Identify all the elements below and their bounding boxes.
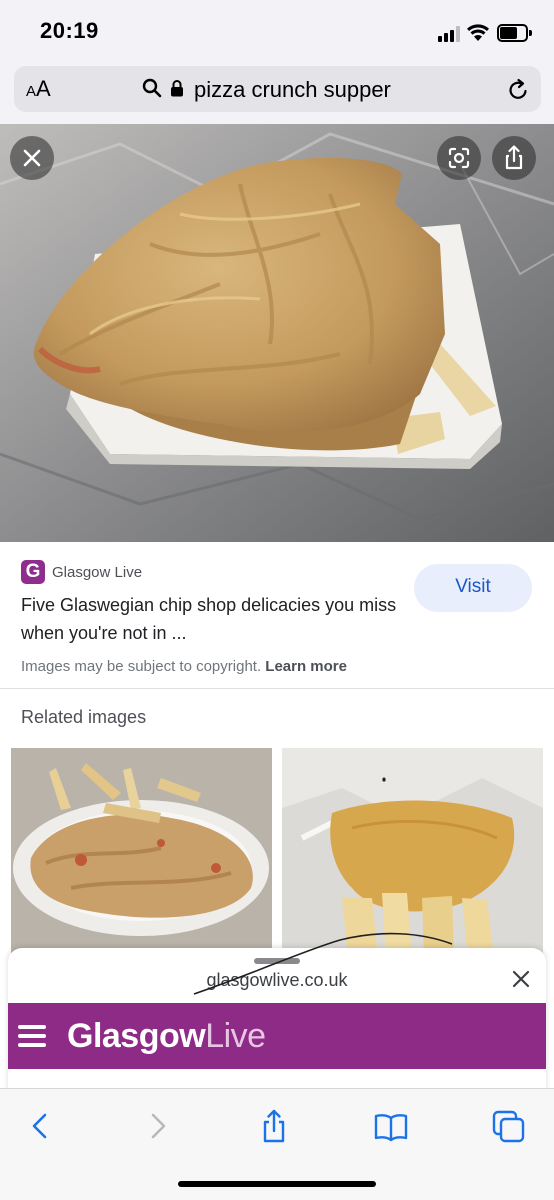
status-bar: 20:19 [0,0,554,62]
tabs-icon[interactable] [492,1109,526,1143]
source-name: Glasgow Live [52,564,143,581]
related-image-1 [11,748,272,958]
close-icon[interactable] [510,968,532,990]
divider [0,688,554,689]
share-image-button[interactable] [492,136,536,180]
search-icon [142,78,162,98]
browser-address-area: AA pizza crunch supper [0,62,554,124]
close-icon [23,149,41,167]
home-indicator [178,1181,376,1187]
wifi-icon [467,24,489,41]
status-time: 20:19 [40,18,99,43]
learn-more-link[interactable]: Learn more [265,658,347,675]
result-title[interactable]: Five Glaswegian chip shop delicacies you… [21,591,401,647]
copyright-notice: Images may be subject to copyright. Lear… [21,658,347,675]
reload-icon[interactable] [506,78,530,102]
close-image-button[interactable] [10,136,54,180]
lens-icon [448,147,470,169]
hero-image[interactable] [0,124,554,542]
battery-icon [497,24,533,42]
cellular-signal-icon [438,24,464,42]
share-icon [505,145,523,170]
related-images-heading: Related images [21,707,147,727]
url-text[interactable]: pizza crunch supper [194,77,391,103]
site-header-banner: GlasgowLive [8,1003,546,1069]
preview-domain: glasgowlive.co.uk [206,970,348,990]
related-image-thumbnail[interactable] [11,748,272,958]
related-image-2 [282,748,543,958]
bookmarks-icon[interactable] [374,1109,408,1143]
back-icon[interactable] [24,1109,58,1143]
text-size-button[interactable]: AA [26,76,51,102]
share-icon[interactable] [257,1109,291,1143]
menu-icon[interactable] [18,1025,46,1047]
link-preview-sheet[interactable]: glasgowlive.co.uk GlasgowLive [8,948,546,1098]
copyright-text: Images may be subject to copyright. [21,658,262,675]
source-logo: G [21,560,45,584]
site-logo: GlasgowLive [67,1017,266,1055]
drag-handle[interactable] [254,958,300,964]
forward-icon[interactable] [140,1109,174,1143]
lock-icon [171,80,183,97]
visit-button[interactable]: Visit [414,564,532,612]
address-bar[interactable]: AA pizza crunch supper [14,66,541,112]
lens-search-button[interactable] [437,136,481,180]
pizza-crunch-image [0,124,554,542]
related-image-thumbnail[interactable] [282,748,543,958]
